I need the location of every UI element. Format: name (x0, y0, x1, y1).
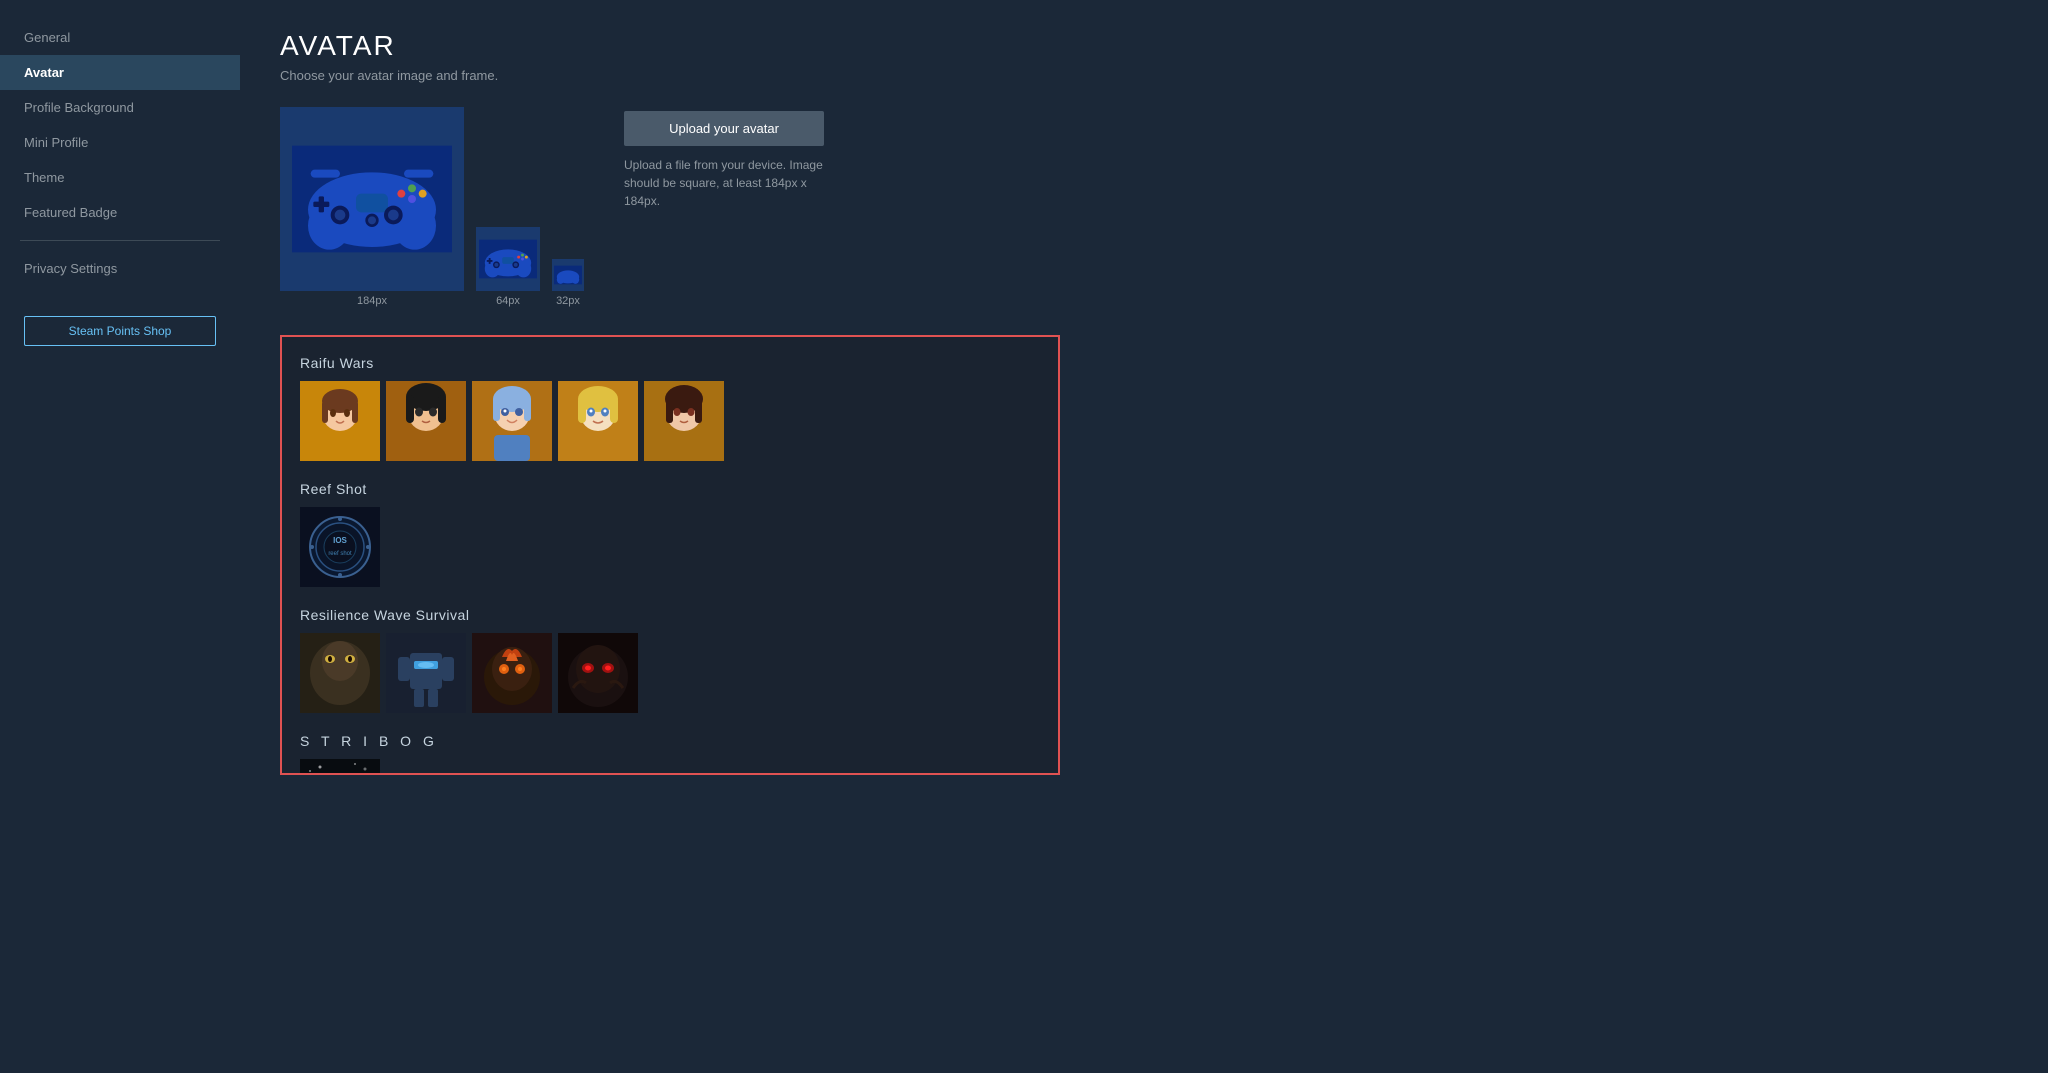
gallery-section-reef-shot: Reef Shot IOS reef shot (300, 481, 1040, 587)
gallery-items-raifu-wars (300, 381, 1040, 461)
controller-icon-small (554, 261, 582, 289)
svg-text:reef shot: reef shot (328, 551, 352, 557)
sidebar-item-profile-background[interactable]: Profile Background (0, 90, 240, 125)
gallery-section-raifu-wars: Raifu Wars (300, 355, 1040, 461)
avatar-label-184: 184px (357, 295, 387, 307)
gallery-item-rws2[interactable] (386, 633, 466, 713)
main-content: AVATAR Choose your avatar image and fram… (240, 0, 2048, 1073)
svg-text:IOS: IOS (333, 536, 347, 545)
sidebar-item-theme[interactable]: Theme (0, 160, 240, 195)
avatar-preview-medium (476, 227, 540, 291)
gallery-section-title-reef-shot: Reef Shot (300, 481, 1040, 497)
avatar-preview-large (280, 107, 464, 291)
avatar-preview-small (552, 259, 584, 291)
gallery-item-rws1[interactable] (300, 633, 380, 713)
gallery-item-rw2[interactable] (386, 381, 466, 461)
avatar-label-32: 32px (556, 295, 580, 307)
gallery-items-reef-shot: IOS reef shot (300, 507, 1040, 587)
sidebar-item-avatar[interactable]: Avatar (0, 55, 240, 90)
sidebar: General Avatar Profile Background Mini P… (0, 0, 240, 1073)
gallery-section-stribog: S T R I B O G (300, 733, 1040, 775)
upload-section: Upload your avatar Upload a file from yo… (624, 107, 824, 210)
sidebar-item-mini-profile[interactable]: Mini Profile (0, 125, 240, 160)
avatar-sizes: 184px (280, 107, 584, 307)
gallery-item-strib1[interactable] (300, 759, 380, 775)
page-title: AVATAR (280, 30, 2008, 62)
gallery-items-stribog (300, 759, 1040, 775)
gallery-item-rws4[interactable] (558, 633, 638, 713)
avatar-size-184: 184px (280, 107, 464, 307)
steam-points-shop-button[interactable]: Steam Points Shop (24, 316, 216, 346)
sidebar-item-general[interactable]: General (0, 20, 240, 55)
controller-icon (292, 119, 452, 279)
avatar-preview-section: 184px (280, 107, 2008, 307)
gallery-section-title-stribog: S T R I B O G (300, 733, 1040, 749)
gallery-item-rw4[interactable] (558, 381, 638, 461)
avatar-size-32: 32px (552, 259, 584, 307)
upload-avatar-button[interactable]: Upload your avatar (624, 111, 824, 146)
avatar-gallery-panel[interactable]: Raifu Wars (280, 335, 1060, 775)
gallery-item-rws3[interactable] (472, 633, 552, 713)
controller-icon-medium (479, 230, 537, 288)
sidebar-item-privacy-settings[interactable]: Privacy Settings (0, 251, 240, 286)
avatar-label-64: 64px (496, 295, 520, 307)
gallery-section-title-raifu-wars: Raifu Wars (300, 355, 1040, 371)
gallery-section-title-resilience: Resilience Wave Survival (300, 607, 1040, 623)
gallery-item-rw5[interactable] (644, 381, 724, 461)
avatar-size-64: 64px (476, 227, 540, 307)
gallery-item-rw3[interactable] (472, 381, 552, 461)
gallery-section-resilience: Resilience Wave Survival (300, 607, 1040, 713)
page-subtitle: Choose your avatar image and frame. (280, 68, 2008, 83)
sidebar-divider (20, 240, 220, 241)
gallery-item-rs1[interactable]: IOS reef shot (300, 507, 380, 587)
upload-hint: Upload a file from your device. Image sh… (624, 156, 824, 210)
sidebar-item-featured-badge[interactable]: Featured Badge (0, 195, 240, 230)
gallery-items-resilience (300, 633, 1040, 713)
gallery-item-rw1[interactable] (300, 381, 380, 461)
